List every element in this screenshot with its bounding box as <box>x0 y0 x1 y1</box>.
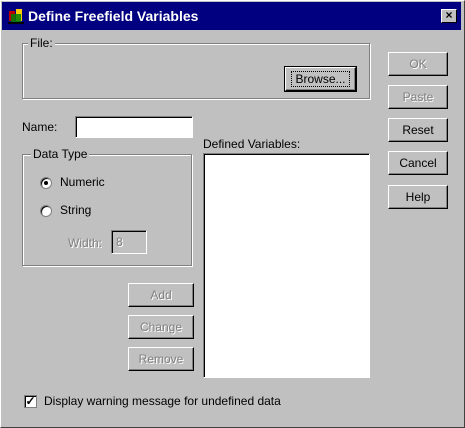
numeric-radio[interactable] <box>40 177 52 189</box>
string-label[interactable]: String <box>60 203 91 217</box>
defined-variables-label: Defined Variables: <box>203 137 301 151</box>
paste-button[interactable]: Paste <box>388 85 448 109</box>
close-icon: × <box>445 8 453 22</box>
width-input[interactable]: 8 <box>111 230 147 254</box>
app-icon <box>8 9 24 24</box>
warning-checkbox[interactable]: ✓ <box>24 395 37 408</box>
remove-button[interactable]: Remove <box>128 347 194 371</box>
radio-selected-dot <box>44 181 48 185</box>
title-bar[interactable]: Define Freefield Variables × <box>2 2 461 30</box>
data-type-group-label: Data Type <box>31 147 90 161</box>
add-button[interactable]: Add <box>128 283 194 307</box>
name-input[interactable] <box>75 116 193 138</box>
string-radio[interactable] <box>40 205 52 217</box>
name-label: Name: <box>22 120 58 134</box>
window-title: Define Freefield Variables <box>28 8 199 24</box>
reset-button[interactable]: Reset <box>388 118 448 142</box>
warning-label[interactable]: Display warning message for undefined da… <box>44 394 281 408</box>
cancel-button[interactable]: Cancel <box>388 151 448 175</box>
close-button[interactable]: × <box>441 9 457 23</box>
ok-button[interactable]: OK <box>388 52 448 76</box>
browse-button[interactable]: Browse... <box>284 66 357 92</box>
defined-variables-list[interactable] <box>203 153 370 378</box>
change-button[interactable]: Change <box>128 315 194 339</box>
numeric-label[interactable]: Numeric <box>60 175 105 189</box>
help-button[interactable]: Help <box>388 185 448 209</box>
file-group-label: File: <box>28 36 55 50</box>
checkmark-icon: ✓ <box>25 394 36 408</box>
width-label: Width: <box>68 236 103 250</box>
